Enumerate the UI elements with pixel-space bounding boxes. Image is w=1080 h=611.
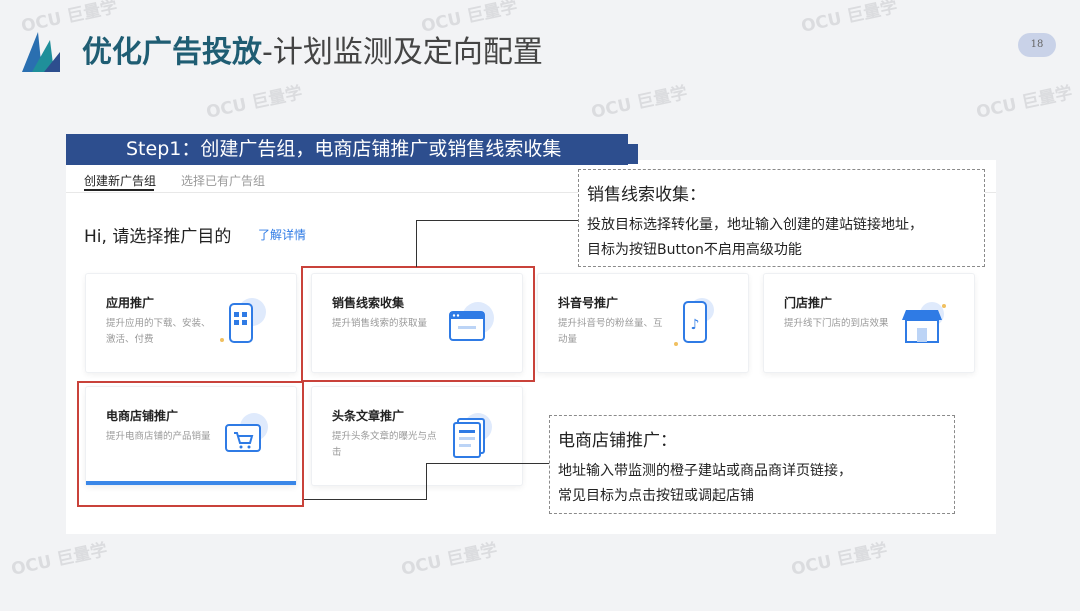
- callout-ecommerce: 电商店铺推广： 地址输入带监测的橙子建站或商品商详页链接， 常见目标为点击按钮或…: [549, 415, 955, 514]
- learn-more-link[interactable]: 了解详情: [258, 226, 306, 243]
- leader-line-ecom-horizontal-high: [426, 463, 549, 464]
- callout-sales-leads: 销售线索收集： 投放目标选择转化量，地址输入创建的建站链接地址， 目标为按钮Bu…: [578, 169, 985, 267]
- card-title: 门店推广: [784, 296, 833, 310]
- watermark: OCU 巨量学: [204, 83, 305, 123]
- card-title: 头条文章推广: [332, 409, 405, 423]
- card-douyin-account[interactable]: 抖音号推广 提升抖音号的粉丝量、互动量 ♪: [537, 273, 749, 373]
- page-title-rest: -计划监测及定向配置: [262, 35, 543, 70]
- tab-create-new-ad-group[interactable]: 创建新广告组: [84, 172, 156, 189]
- callout-title: 电商店铺推广：: [558, 431, 677, 451]
- watermark: OCU 巨量学: [9, 540, 110, 580]
- svg-text:♪: ♪: [691, 317, 700, 333]
- active-tab-underline: [84, 189, 154, 191]
- leader-line-ecom-vertical: [426, 463, 427, 500]
- callout-text: 目标为按钮Button不启用高级功能: [587, 242, 802, 258]
- callout-text: 常见目标为点击按钮或调起店铺: [558, 488, 754, 504]
- douyin-phone-icon: ♪: [674, 298, 714, 346]
- highlight-box-sales-leads: [301, 266, 535, 382]
- watermark: OCU 巨量学: [399, 540, 500, 580]
- watermark: OCU 巨量学: [974, 83, 1075, 123]
- watermark: OCU 巨量学: [589, 83, 690, 123]
- leader-line-leads-horizontal: [416, 220, 578, 221]
- page-number-badge: 18: [1018, 33, 1056, 57]
- watermark: OCU 巨量学: [419, 0, 520, 37]
- page-title: 优化广告投放-计划监测及定向配置: [82, 33, 543, 73]
- card-title: 抖音号推广: [558, 296, 619, 310]
- card-store-promotion[interactable]: 门店推广 提升线下门店的到店效果: [763, 273, 975, 373]
- leader-line-ecom-horizontal-low: [304, 499, 426, 500]
- callout-text: 地址输入带监测的橙子建站或商品商详页链接，: [558, 463, 852, 479]
- callout-text: 投放目标选择转化量，地址输入创建的建站链接地址，: [587, 217, 923, 233]
- promotion-purpose-prompt: Hi, 请选择推广目的: [84, 227, 232, 247]
- callout-title: 销售线索收集：: [587, 185, 706, 205]
- step-banner-tab: [628, 144, 638, 164]
- card-title: 应用推广: [106, 296, 155, 310]
- card-app-promotion[interactable]: 应用推广 提升应用的下载、安装、激活、付费: [85, 273, 297, 373]
- watermark: OCU 巨量学: [19, 0, 120, 37]
- phone-app-icon: [220, 298, 266, 343]
- card-description: 提升应用的下载、安装、激活、付费: [106, 318, 211, 345]
- tab-select-existing-ad-group[interactable]: 选择已有广告组: [181, 172, 265, 189]
- card-description: 提升线下门店的到店效果: [784, 318, 889, 329]
- card-description: 提升头条文章的曝光与点击: [332, 431, 437, 458]
- card-description: 提升抖音号的粉丝量、互动量: [558, 318, 663, 345]
- watermark: OCU 巨量学: [799, 0, 900, 37]
- watermark: OCU 巨量学: [789, 540, 890, 580]
- highlight-box-ecommerce: [77, 381, 304, 507]
- step-banner: Step1：创建广告组，电商店铺推广或销售线索收集: [66, 134, 628, 165]
- leader-line-leads-vertical: [416, 220, 417, 267]
- card-toutiao-article[interactable]: 头条文章推广 提升头条文章的曝光与点击: [311, 386, 523, 486]
- page-title-bold: 优化广告投放: [82, 35, 262, 70]
- storefront-icon: [902, 302, 946, 343]
- article-doc-icon: [453, 413, 492, 458]
